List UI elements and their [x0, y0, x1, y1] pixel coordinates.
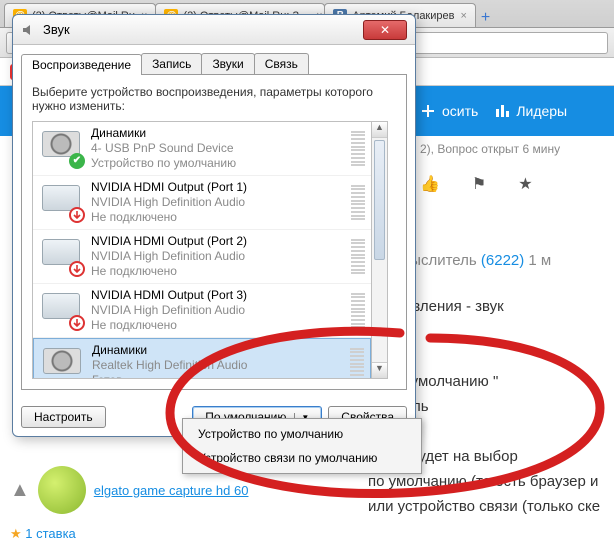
scrollbar[interactable]: ▲ ▼	[372, 121, 388, 379]
sidebar-question-link[interactable]: elgato game capture hd 60	[94, 483, 249, 498]
scroll-up-button[interactable]: ▲	[372, 122, 387, 138]
device-row[interactable]: ✔ Динамики4- USB PnP Sound DeviceУстройст…	[33, 122, 371, 176]
like-icon[interactable]: 👍	[420, 174, 440, 194]
level-meter	[351, 131, 365, 167]
monitor-icon	[39, 239, 83, 275]
level-meter	[351, 185, 365, 221]
scroll-track[interactable]	[372, 262, 387, 362]
device-text: NVIDIA HDMI Output (Port 1)NVIDIA High D…	[91, 180, 247, 225]
tab-communications[interactable]: Связь	[254, 53, 309, 74]
leaders-button[interactable]: Лидеры	[494, 103, 567, 119]
monitor-icon	[39, 185, 83, 221]
device-status: Готов	[92, 373, 247, 379]
monitor-icon	[39, 293, 83, 329]
device-text: Динамики4- USB PnP Sound DeviceУстройств…	[91, 126, 236, 171]
answer-line: или устройство связи (только ске	[368, 496, 604, 517]
level-meter	[350, 348, 364, 380]
check-icon: ✔	[69, 153, 85, 169]
leaders-label: Лидеры	[516, 103, 567, 119]
ask-label: осить	[442, 103, 478, 119]
level-meter	[351, 293, 365, 329]
device-driver: NVIDIA High Definition Audio	[91, 249, 247, 264]
device-status: Не подключено	[91, 210, 247, 225]
device-name: NVIDIA HDMI Output (Port 2)	[91, 234, 247, 249]
close-icon[interactable]: ×	[460, 10, 466, 22]
dialog-tabstrip: Воспроизведение Запись Звуки Связь	[13, 45, 415, 74]
tab-recording[interactable]: Запись	[141, 53, 202, 74]
device-name: Динамики	[92, 343, 247, 358]
tab-panel: Выберите устройство воспроизведения, пар…	[21, 74, 407, 390]
device-row[interactable]: NVIDIA HDMI Output (Port 3)NVIDIA High D…	[33, 284, 371, 338]
device-name: NVIDIA HDMI Output (Port 1)	[91, 180, 247, 195]
arrow-down-icon	[69, 315, 85, 331]
device-text: NVIDIA HDMI Output (Port 2)NVIDIA High D…	[91, 234, 247, 279]
device-name: NVIDIA HDMI Output (Port 3)	[91, 288, 247, 303]
device-text: NVIDIA HDMI Output (Port 3)NVIDIA High D…	[91, 288, 247, 333]
star-icon[interactable]: ★	[518, 174, 532, 194]
device-driver: NVIDIA High Definition Audio	[91, 195, 247, 210]
star-icon: ★	[10, 526, 22, 541]
user-points[interactable]: (6222)	[481, 252, 524, 269]
instruction-text: Выберите устройство воспроизведения, пар…	[32, 85, 396, 113]
flag-icon[interactable]: ⚑	[472, 174, 486, 194]
device-row[interactable]: ДинамикиRealtek High Definition AudioГот…	[33, 338, 371, 379]
tab-playback[interactable]: Воспроизведение	[21, 54, 142, 75]
device-name: Динамики	[91, 126, 236, 141]
default-dropdown-menu: Устройство по умолчанию Устройство связи…	[182, 418, 422, 474]
sound-dialog: Звук ✕ Воспроизведение Запись Звуки Связ…	[12, 14, 416, 437]
answer-line: по умолчанию (то есть браузер и	[368, 471, 604, 492]
configure-button[interactable]: Настроить	[21, 406, 106, 428]
device-row[interactable]: NVIDIA HDMI Output (Port 1)NVIDIA High D…	[33, 176, 371, 230]
stavka-label: 1 ставка	[25, 526, 76, 541]
menu-item-default-comm-device[interactable]: Устройство связи по умолчанию	[186, 446, 418, 470]
dialog-titlebar[interactable]: Звук ✕	[13, 15, 415, 45]
bars-icon	[494, 103, 510, 119]
avatar[interactable]	[38, 466, 86, 514]
device-driver: Realtek High Definition Audio	[92, 358, 247, 373]
device-status: Устройство по умолчанию	[91, 156, 236, 171]
device-status: Не подключено	[91, 318, 247, 333]
scroll-down-button[interactable]: ▼	[372, 362, 387, 378]
sidebar-question: ▲ elgato game capture hd 60 ★ 1 ставка	[10, 466, 290, 542]
speaker-icon	[21, 22, 37, 38]
arrow-down-icon	[69, 207, 85, 223]
device-text: ДинамикиRealtek High Definition AudioГот…	[92, 343, 247, 379]
time-ago: 1 м	[528, 252, 551, 269]
menu-item-default-device[interactable]: Устройство по умолчанию	[186, 422, 418, 446]
stavka-row[interactable]: ★ 1 ставка	[10, 526, 290, 542]
device-status: Не подключено	[91, 264, 247, 279]
device-driver: NVIDIA High Definition Audio	[91, 303, 247, 318]
new-tab-button[interactable]: +	[475, 9, 496, 27]
tab-sounds[interactable]: Звуки	[201, 53, 254, 74]
scroll-thumb[interactable]	[374, 140, 385, 260]
arrow-down-icon	[69, 261, 85, 277]
speaker-icon	[40, 348, 84, 380]
ask-button[interactable]: осить	[420, 103, 478, 119]
device-list[interactable]: ✔Динамики4- USB PnP Sound DeviceУстройст…	[32, 121, 372, 379]
level-meter	[351, 239, 365, 275]
device-driver: 4- USB PnP Sound Device	[91, 141, 236, 156]
speaker-icon: ✔	[39, 131, 83, 167]
dialog-title: Звук	[43, 22, 70, 37]
vote-up-icon[interactable]: ▲	[10, 479, 30, 502]
close-button[interactable]: ✕	[363, 20, 407, 40]
plus-icon	[420, 103, 436, 119]
device-row[interactable]: NVIDIA HDMI Output (Port 2)NVIDIA High D…	[33, 230, 371, 284]
